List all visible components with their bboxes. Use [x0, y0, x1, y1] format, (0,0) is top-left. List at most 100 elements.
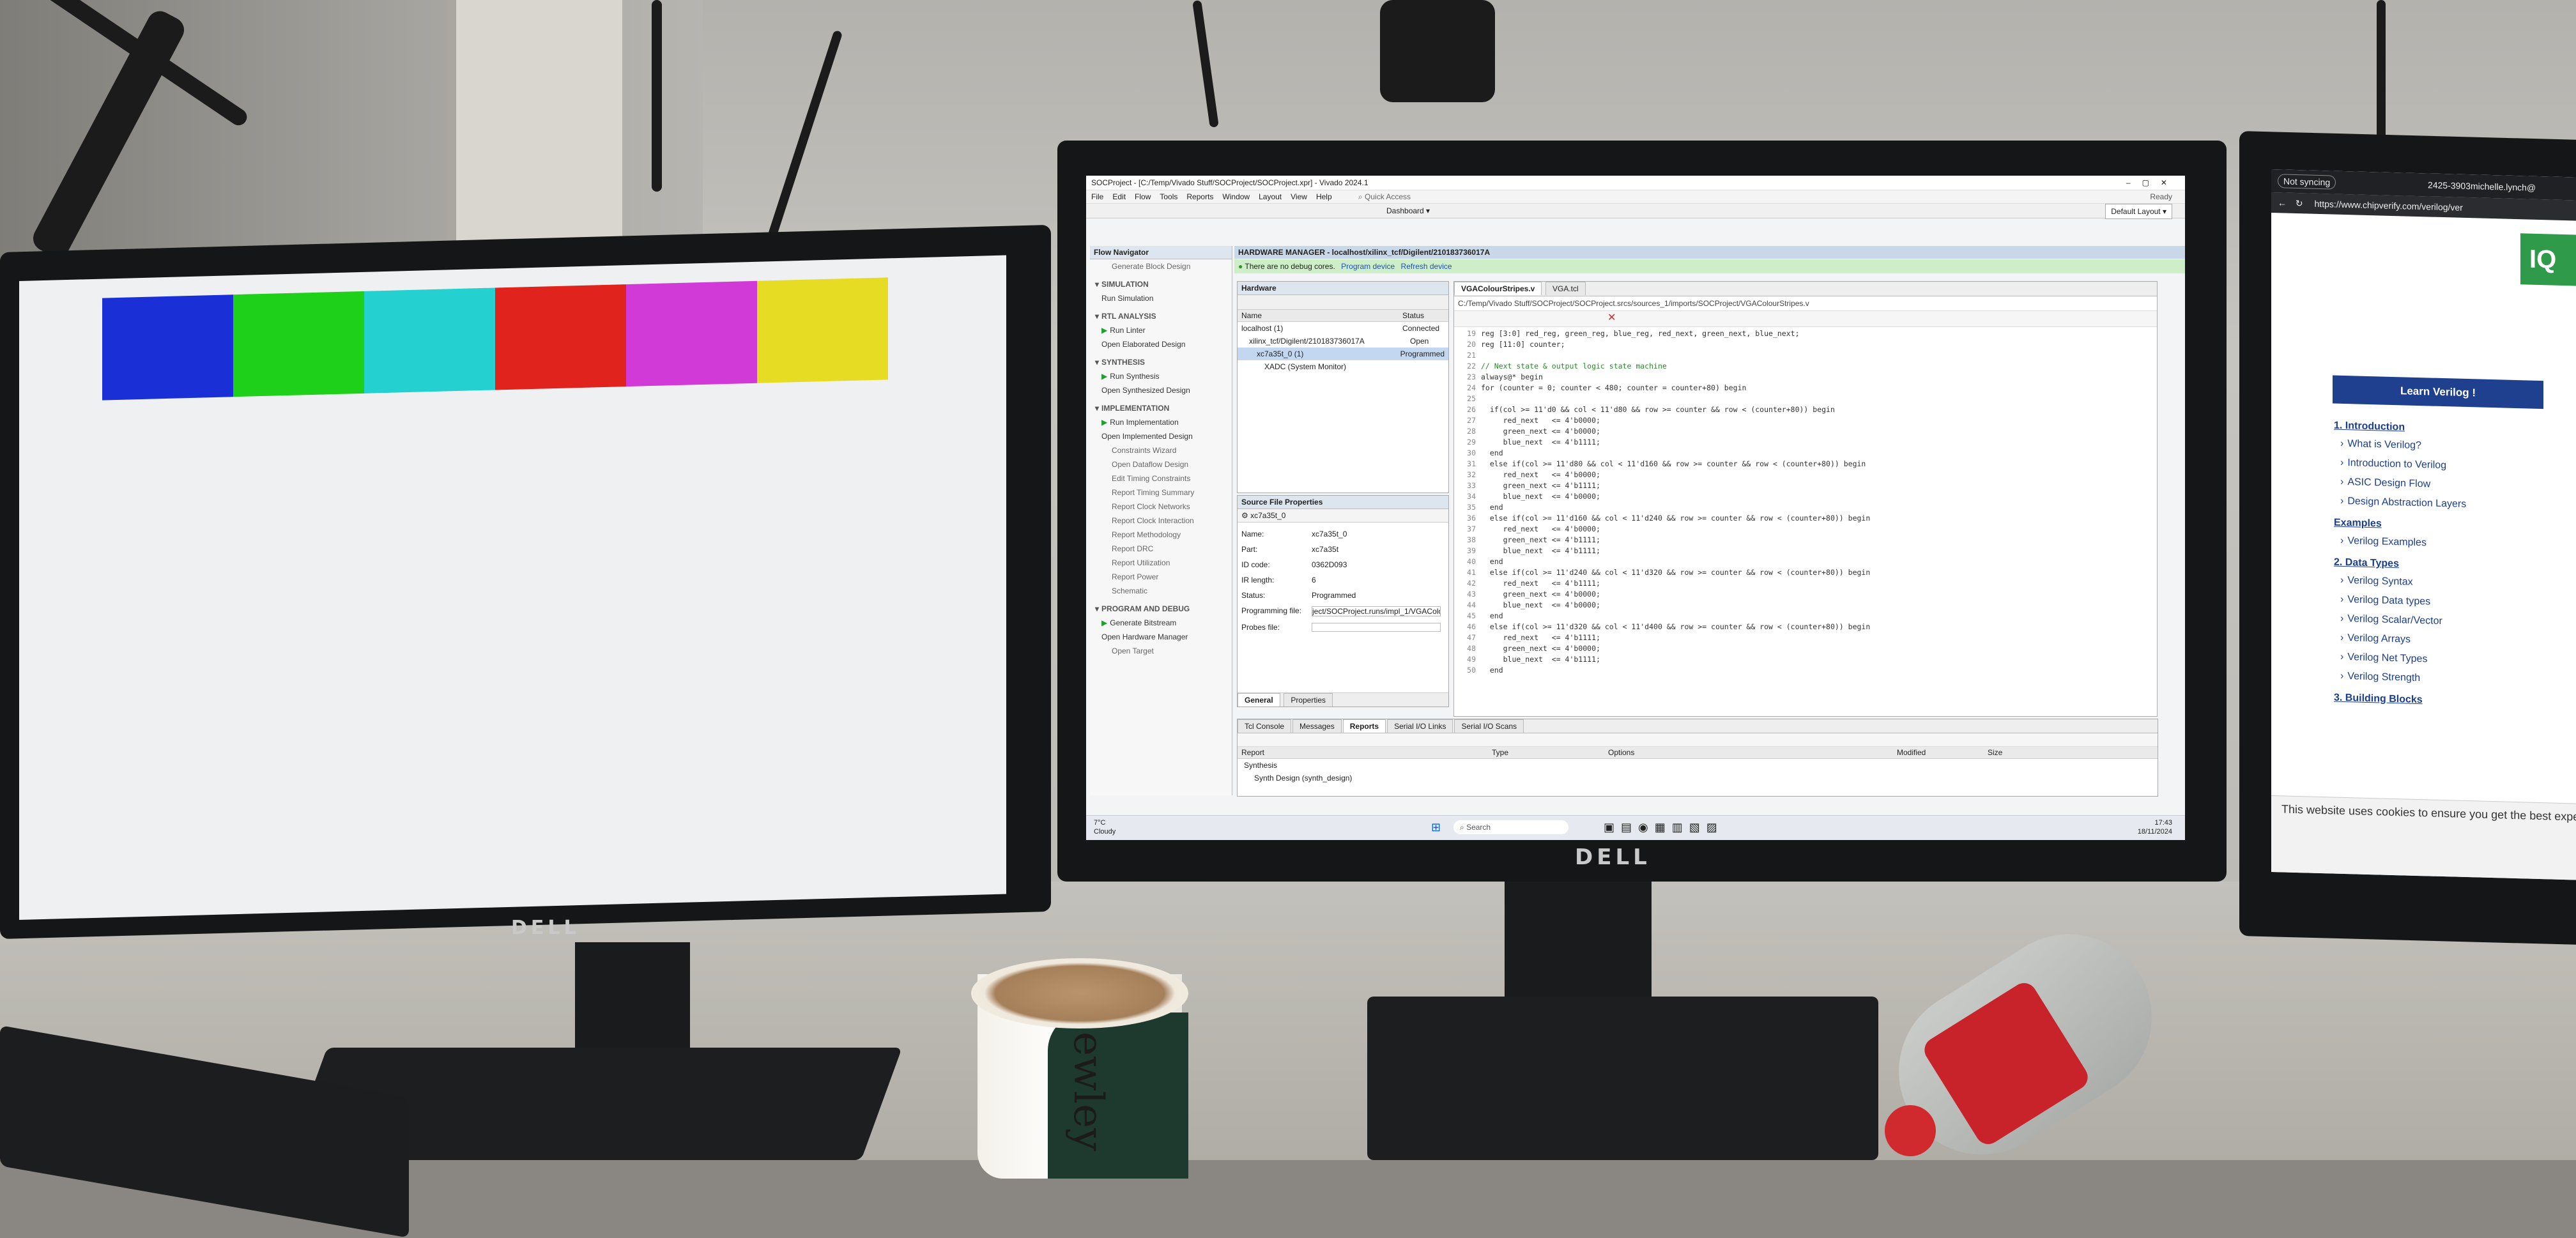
hardware-row[interactable]: xc7a35t_0 (1) Programmed — [1238, 348, 1448, 360]
menu-window[interactable]: Window — [1222, 192, 1250, 201]
flow-nav-item[interactable]: Report Clock Interaction — [1090, 514, 1232, 528]
flow-nav-label: Run Implementation — [1110, 418, 1179, 427]
flow-nav-label: Run Linter — [1110, 326, 1146, 335]
center-monitor-base — [1367, 997, 1878, 1160]
code-line: 33 green_next <= 4'b1111; — [1454, 480, 2157, 491]
cup-logo-text: ewley — [1064, 1032, 1112, 1152]
debug-banner: ● There are no debug cores. Program devi… — [1234, 259, 2185, 273]
menu-reports[interactable]: Reports — [1186, 192, 1213, 201]
dashboard-menu[interactable]: Dashboard ▾ — [1386, 206, 1430, 215]
code-text: end — [1481, 448, 1503, 457]
collapse-icon[interactable]: ▾ — [1095, 404, 1099, 413]
properties-tabs: General Properties — [1238, 692, 1448, 707]
tab-properties[interactable]: Properties — [1284, 693, 1333, 707]
refresh-device-link[interactable]: Refresh device — [1401, 262, 1452, 271]
back-icon[interactable]: ← — [2278, 197, 2287, 208]
hardware-row[interactable]: XADC (System Monitor) — [1238, 360, 1448, 373]
tab-general[interactable]: General — [1238, 693, 1280, 707]
sync-status[interactable]: Not syncing — [2278, 174, 2336, 190]
flow-nav-label: Report Clock Interaction — [1112, 516, 1194, 525]
taskbar-app-icons[interactable]: ▣▤◉▦▥▧▨ — [1604, 821, 1724, 834]
chevron-right-icon: › — [2340, 670, 2344, 682]
menu-help[interactable]: Help — [1316, 192, 1332, 201]
menu-tools[interactable]: Tools — [1160, 192, 1177, 201]
menu-file[interactable]: File — [1091, 192, 1103, 201]
delete-icon[interactable]: ✕ — [1607, 312, 1616, 323]
flow-nav-item[interactable]: Run Simulation — [1090, 291, 1232, 305]
browser-tab-title[interactable]: 2425-3903michelle.lynch@ — [2428, 180, 2536, 192]
report-row[interactable]: Synthesis — [1238, 759, 2158, 772]
reload-icon[interactable]: ↻ — [2296, 198, 2303, 208]
chevron-right-icon: › — [2340, 438, 2344, 449]
tab-vga-tcl[interactable]: VGA.tcl — [1545, 282, 1586, 295]
code-text: end — [1481, 557, 1503, 566]
bottom-tab[interactable]: Tcl Console — [1238, 719, 1292, 733]
flow-nav-item[interactable]: Report DRC — [1090, 542, 1232, 556]
line-number: 30 — [1467, 448, 1476, 457]
flow-nav-item[interactable]: Report Methodology — [1090, 528, 1232, 542]
flow-nav-item[interactable]: Schematic — [1090, 584, 1232, 598]
program-device-link[interactable]: Program device — [1341, 262, 1395, 271]
flow-nav-item[interactable]: Edit Timing Constraints — [1090, 471, 1232, 485]
line-number: 43 — [1467, 590, 1476, 599]
flow-nav-item[interactable]: ▶ Generate Bitstream — [1090, 616, 1232, 630]
menu-layout[interactable]: Layout — [1259, 192, 1282, 201]
flow-nav-item[interactable]: Open Synthesized Design — [1090, 383, 1232, 397]
taskbar-clock[interactable]: 17:43 18/11/2024 — [2138, 818, 2172, 836]
flow-nav-item[interactable]: Report Timing Summary — [1090, 485, 1232, 500]
property-value[interactable]: ject/SOCProject.runs/impl_1/VGAColo — [1312, 606, 1441, 616]
hardware-row[interactable]: xilinx_tcf/Digilent/210183736017A Open — [1238, 335, 1448, 348]
cable — [1380, 0, 1495, 102]
menu-edit[interactable]: Edit — [1112, 192, 1126, 201]
flow-nav-item[interactable]: Constraints Wizard — [1090, 443, 1232, 457]
bottom-tab[interactable]: Messages — [1292, 719, 1342, 733]
code-text: green_next <= 4'b0000; — [1481, 427, 1600, 436]
windows-start-icon[interactable]: ⊞ — [1431, 821, 1441, 834]
weather-widget[interactable]: 7°C Cloudy — [1094, 818, 1116, 836]
window-controls[interactable]: –▢✕ — [2126, 176, 2179, 190]
collapse-icon[interactable]: ▾ — [1095, 358, 1099, 367]
property-value: 0362D093 — [1312, 560, 1347, 569]
flow-nav-item[interactable]: Report Power — [1090, 570, 1232, 584]
collapse-icon[interactable]: ▾ — [1095, 604, 1099, 613]
flow-nav-item[interactable]: ▶ Run Synthesis — [1090, 369, 1232, 383]
main-toolbar: Dashboard ▾ Default Layout ▾ — [1086, 204, 2185, 219]
property-value[interactable] — [1312, 623, 1441, 632]
collapse-icon[interactable]: ▾ — [1095, 312, 1099, 321]
quick-access-search[interactable]: ⌕ Quick Access — [1358, 192, 1420, 201]
flow-nav-label: SIMULATION — [1101, 280, 1149, 289]
info-icon: ● — [1238, 262, 1243, 271]
flow-nav-item[interactable]: ▶ Run Implementation — [1090, 415, 1232, 429]
url-text[interactable]: https://www.chipverify.com/verilog/ver — [2315, 199, 2463, 213]
line-number: 38 — [1467, 535, 1476, 544]
tab-vgacolourstripes[interactable]: VGAColourStripes.v — [1454, 282, 1542, 295]
layout-select[interactable]: Default Layout ▾ — [2105, 204, 2172, 219]
flow-nav-item[interactable]: Report Utilization — [1090, 556, 1232, 570]
bottom-tab[interactable]: Serial I/O Links — [1387, 719, 1453, 733]
bottom-tab[interactable]: Reports — [1342, 719, 1386, 733]
flow-nav-item[interactable]: ▶ Run Linter — [1090, 323, 1232, 337]
flow-nav-item[interactable]: Open Implemented Design — [1090, 429, 1232, 443]
hardware-toolbar — [1238, 295, 1448, 310]
code-line: 36 else if(col >= 11'd160 && col < 11'd2… — [1454, 513, 2157, 524]
code-area[interactable]: 19 reg [3:0] red_reg, green_reg, blue_reg… — [1454, 327, 2157, 676]
flow-nav-item[interactable]: Open Hardware Manager — [1090, 630, 1232, 644]
collapse-icon[interactable]: ▾ — [1095, 280, 1099, 289]
flow-nav-item[interactable]: Open Dataflow Design — [1090, 457, 1232, 471]
flow-nav-item[interactable]: Report Clock Networks — [1090, 500, 1232, 514]
hardware-row[interactable]: localhost (1) Connected — [1238, 322, 1448, 335]
report-row[interactable]: Synth Design (synth_design) — [1238, 772, 2158, 784]
hardware-row-name: xc7a35t_0 (1) — [1257, 349, 1304, 358]
menu-view[interactable]: View — [1291, 192, 1307, 201]
verilog-link-label: Verilog Arrays — [2347, 632, 2411, 645]
code-line: 34 blue_next <= 4'b0000; — [1454, 491, 2157, 502]
flow-nav-label: Run Simulation — [1101, 294, 1154, 303]
flow-nav-item[interactable]: Open Target — [1090, 644, 1232, 658]
bottom-tab[interactable]: Serial I/O Scans — [1454, 719, 1524, 733]
menu-flow[interactable]: Flow — [1135, 192, 1151, 201]
flow-nav-item[interactable]: Generate Block Design — [1090, 259, 1232, 273]
flow-nav-item[interactable]: Open Elaborated Design — [1090, 337, 1232, 351]
site-logo[interactable]: IQ — [2520, 233, 2576, 287]
taskbar-search[interactable]: ⌕ Search — [1453, 820, 1568, 834]
line-number: 24 — [1467, 383, 1476, 392]
